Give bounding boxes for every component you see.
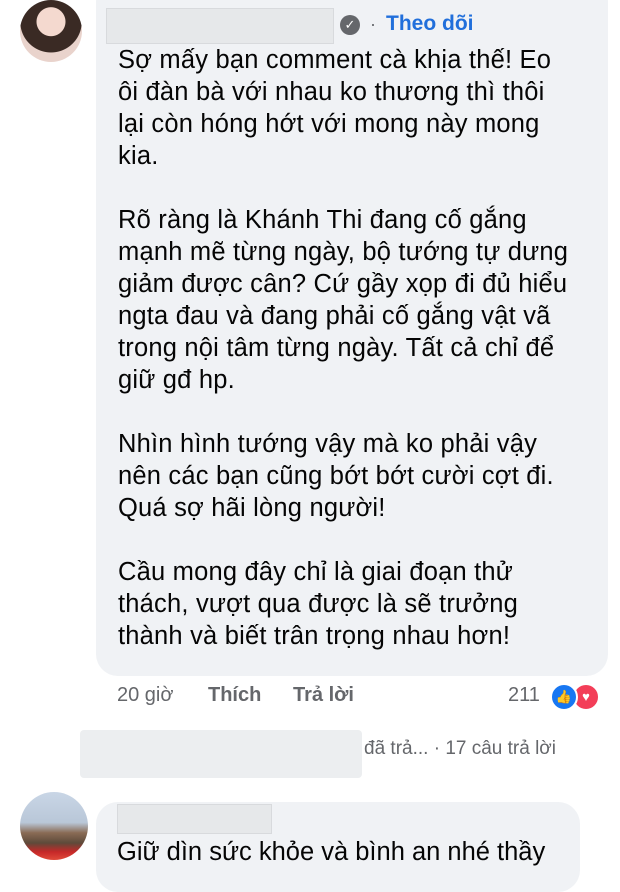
replied-text: đã trả... bbox=[364, 738, 429, 759]
commenter-2-name-redacted[interactable] bbox=[117, 804, 272, 834]
follow-button[interactable]: Theo dõi bbox=[386, 12, 474, 36]
commenter-name-redacted[interactable] bbox=[106, 8, 334, 44]
reaction-count[interactable]: 211 bbox=[508, 684, 540, 707]
replies-count: 17 câu trả lời bbox=[445, 738, 556, 759]
reply-author-redacted[interactable] bbox=[80, 730, 362, 778]
like-button[interactable]: Thích bbox=[208, 684, 261, 707]
like-reaction-icon[interactable]: 👍 bbox=[550, 683, 578, 711]
comment-time[interactable]: 20 giờ bbox=[117, 684, 173, 707]
reply-button[interactable]: Trả lời bbox=[293, 684, 354, 707]
dot-separator: · bbox=[370, 14, 376, 34]
verified-badge-icon: ✓ bbox=[340, 15, 360, 35]
commenter-2-avatar[interactable] bbox=[20, 792, 88, 860]
view-replies-link[interactable]: đã trả... · 17 câu trả lời bbox=[364, 738, 556, 760]
commenter-avatar[interactable] bbox=[20, 0, 82, 62]
comment-text: Sợ mấy bạn comment cà khịa thế! Eo ôi đà… bbox=[118, 46, 569, 650]
comment-2-text: Giữ dìn sức khỏe và bình an nhé thầy bbox=[117, 838, 546, 866]
replies-separator: · bbox=[433, 738, 441, 759]
